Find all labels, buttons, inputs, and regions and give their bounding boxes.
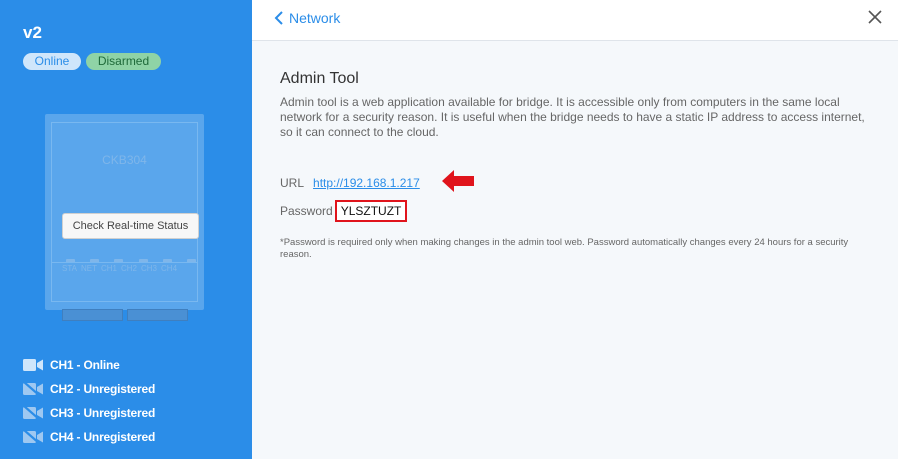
channel-item-ch3[interactable]: CH3 - Unregistered: [23, 401, 155, 425]
port-label: NET: [80, 264, 97, 273]
password-note: *Password is required only when making c…: [280, 237, 849, 260]
port-label: CH4: [161, 264, 178, 273]
back-to-network-button[interactable]: Network: [274, 10, 340, 26]
device-connectors: [62, 309, 188, 321]
camera-off-icon: [23, 430, 43, 444]
connector-block: [62, 309, 123, 321]
device-model-label: CKB304: [102, 153, 147, 167]
camera-off-icon: [23, 382, 43, 396]
back-label: Network: [289, 10, 341, 26]
channel-label: CH1 - Online: [50, 358, 120, 372]
url-row: URL http://192.168.1.217: [280, 176, 420, 190]
device-sidebar: v2 Online Disarmed CKB304 Check Real-tim…: [0, 0, 252, 459]
port-label: STA: [62, 264, 77, 273]
channel-label: CH2 - Unregistered: [50, 382, 156, 396]
camera-icon: [23, 359, 43, 371]
password-label: Password: [280, 204, 333, 218]
online-badge: Online: [23, 53, 81, 70]
admin-description: Admin tool is a web application availabl…: [280, 95, 865, 139]
password-row: Password YLSZTUZT: [280, 200, 408, 222]
password-value: YLSZTUZT: [334, 200, 408, 222]
channel-label: CH3 - Unregistered: [50, 406, 156, 420]
port-labels: STA NET CH1 CH2 CH3 CH4: [62, 264, 177, 273]
disarmed-badge: Disarmed: [86, 53, 161, 70]
channel-label: CH4 - Unregistered: [50, 430, 156, 444]
camera-off-icon: [23, 406, 43, 420]
close-icon[interactable]: [868, 10, 882, 24]
check-realtime-status-button[interactable]: Check Real-time Status: [62, 213, 199, 239]
chevron-left-icon: [274, 11, 283, 25]
port-label: CH1: [100, 264, 117, 273]
arrow-left-icon: [442, 170, 474, 192]
main-panel: Network Admin Tool Admin tool is a web a…: [252, 0, 898, 459]
url-label: URL: [280, 176, 305, 190]
port-label: CH3: [141, 264, 158, 273]
device-name: v2: [23, 23, 42, 42]
port-label: CH2: [120, 264, 137, 273]
channel-list: CH1 - Online CH2 - Unregistered CH3 - Un…: [23, 353, 155, 449]
channel-item-ch1[interactable]: CH1 - Online: [23, 353, 155, 377]
connector-block: [127, 309, 188, 321]
page-title: Admin Tool: [280, 70, 359, 87]
channel-item-ch4[interactable]: CH4 - Unregistered: [23, 425, 155, 449]
device-illustration: CKB304 Check Real-time Status STA NET CH…: [45, 114, 204, 310]
admin-url-link[interactable]: http://192.168.1.217: [313, 176, 420, 190]
channel-item-ch2[interactable]: CH2 - Unregistered: [23, 377, 155, 401]
top-bar: Network: [252, 0, 898, 41]
